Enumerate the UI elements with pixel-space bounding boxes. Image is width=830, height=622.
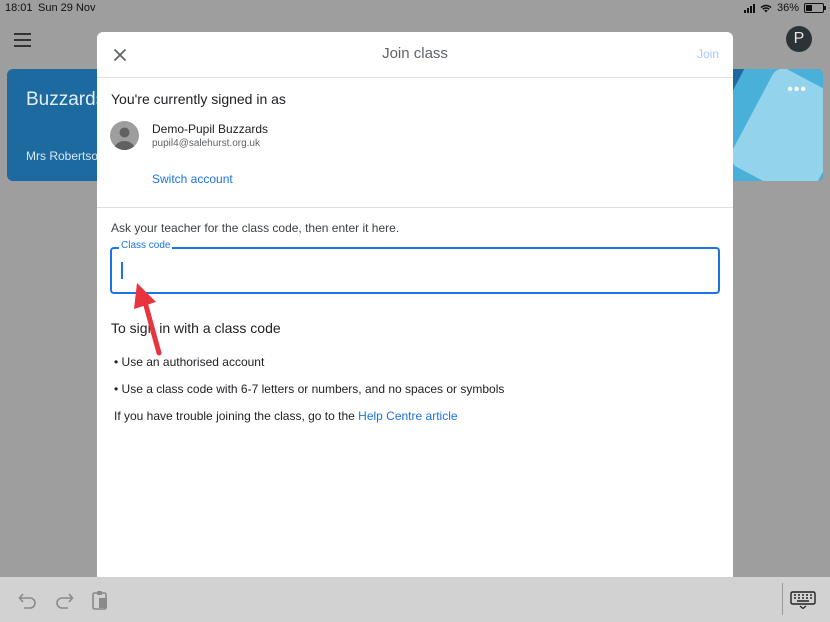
- more-horizontal-icon[interactable]: •••: [787, 81, 807, 99]
- status-date: Sun 29 Nov: [38, 2, 96, 14]
- toolbar-divider: [782, 583, 783, 615]
- howto-bullet: • Use an authorised account: [114, 355, 265, 369]
- text-caret: [121, 262, 123, 279]
- account-avatar[interactable]: P: [786, 26, 812, 52]
- signed-in-label: You're currently signed in as: [111, 91, 286, 107]
- help-text: If you have trouble joining the class, g…: [114, 409, 458, 423]
- howto-title: To sign in with a class code: [111, 320, 281, 336]
- keyboard-button[interactable]: [790, 591, 816, 609]
- cellular-signal-icon: [743, 3, 755, 13]
- user-name: Demo-Pupil Buzzards: [152, 122, 269, 136]
- redo-button[interactable]: [54, 591, 74, 609]
- paste-button[interactable]: [90, 591, 110, 610]
- status-bar: 18:01 Sun 29 Nov 36%: [0, 0, 830, 16]
- dialog-title: Join class: [382, 45, 448, 62]
- class-card-teacher: Mrs Robertson: [26, 149, 105, 163]
- keyboard-shortcut-bar: [0, 577, 830, 622]
- redo-icon: [56, 593, 74, 609]
- avatar-letter: P: [793, 30, 805, 47]
- battery-level: [806, 5, 812, 11]
- clipboard-icon: [92, 591, 107, 610]
- join-button[interactable]: Join: [697, 47, 719, 61]
- join-class-dialog: Join class Join You're currently signed …: [97, 32, 733, 580]
- class-code-instructions: Ask your teacher for the class code, the…: [111, 221, 400, 235]
- wifi-icon: [760, 4, 772, 12]
- class-code-field[interactable]: Class code: [110, 240, 720, 294]
- user-email: pupil4@salehurst.org.uk: [152, 138, 260, 149]
- help-centre-link[interactable]: Help Centre article: [358, 409, 457, 423]
- user-avatar: [110, 121, 139, 150]
- menu-icon[interactable]: [14, 33, 31, 51]
- status-right: 36%: [743, 2, 826, 14]
- status-time: 18:01: [5, 2, 33, 14]
- signed-in-section: You're currently signed in as Demo-Pupil…: [97, 78, 733, 208]
- undo-icon: [18, 593, 36, 609]
- battery-percent: 36%: [776, 2, 799, 14]
- class-card-title[interactable]: Buzzards: [26, 89, 105, 111]
- class-code-label: Class code: [119, 240, 173, 251]
- class-code-input[interactable]: [120, 259, 700, 281]
- person-icon: [114, 127, 135, 150]
- battery-icon: [804, 3, 826, 13]
- keyboard-icon: [790, 591, 816, 609]
- dialog-header: Join class Join: [97, 32, 733, 78]
- undo-button[interactable]: [18, 591, 38, 609]
- switch-account-link[interactable]: Switch account: [152, 172, 233, 186]
- howto-bullet: • Use a class code with 6-7 letters or n…: [114, 382, 505, 396]
- help-prefix: If you have trouble joining the class, g…: [114, 409, 359, 423]
